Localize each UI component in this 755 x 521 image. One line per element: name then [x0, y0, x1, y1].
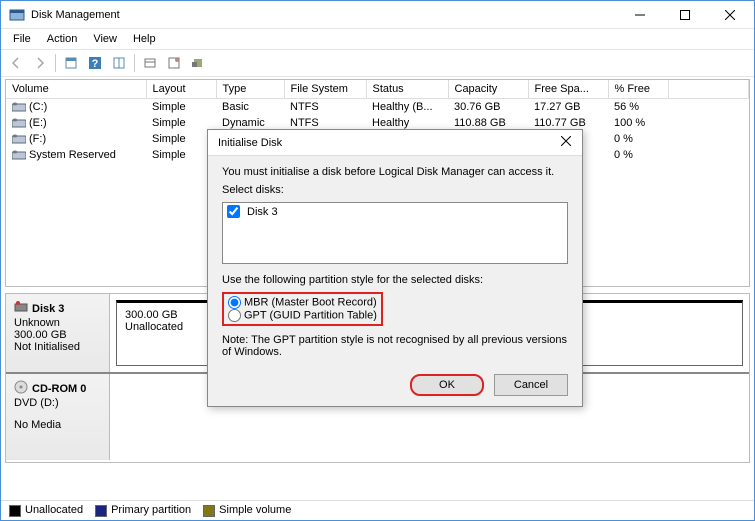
- col-fs[interactable]: File System: [284, 80, 366, 99]
- gpt-option[interactable]: GPT (GUID Partition Table): [228, 309, 377, 322]
- window-titlebar: Disk Management: [1, 1, 754, 29]
- volume-icon: [12, 118, 26, 128]
- disk-header: CD-ROM 0 DVD (D:) No Media: [6, 374, 110, 460]
- close-icon[interactable]: [556, 136, 576, 149]
- toolbar-btn-1[interactable]: [60, 52, 82, 74]
- col-pctfree[interactable]: % Free: [608, 80, 668, 99]
- disk-header: Disk 3 Unknown 300.00 GB Not Initialised: [6, 294, 110, 372]
- mbr-option[interactable]: MBR (Master Boot Record): [228, 296, 377, 309]
- col-type[interactable]: Type: [216, 80, 284, 99]
- dialog-title: Initialise Disk: [218, 137, 556, 149]
- disk-size: 300.00 GB: [14, 329, 101, 341]
- col-volume[interactable]: Volume: [6, 80, 146, 99]
- partition-style-group: MBR (Master Boot Record) GPT (GUID Parti…: [222, 292, 383, 326]
- partition-style-label: Use the following partition style for th…: [222, 274, 568, 286]
- toolbar-btn-5[interactable]: [163, 52, 185, 74]
- disk-status: Unknown: [14, 317, 101, 329]
- disk-title: Disk 3: [32, 303, 64, 315]
- window-title: Disk Management: [31, 9, 617, 21]
- svg-text:?: ?: [92, 58, 99, 70]
- col-status[interactable]: Status: [366, 80, 448, 99]
- toolbar-separator: [134, 54, 135, 72]
- help-button[interactable]: ?: [84, 52, 106, 74]
- cancel-button[interactable]: Cancel: [494, 374, 568, 396]
- toolbar-btn-3[interactable]: [108, 52, 130, 74]
- menu-bar: File Action View Help: [1, 29, 754, 49]
- close-button[interactable]: [707, 1, 752, 28]
- table-header-row: Volume Layout Type File System Status Ca…: [6, 80, 749, 99]
- initialize-disk-dialog: Initialise Disk You must initialise a di…: [207, 129, 583, 407]
- disk-icon: [14, 300, 28, 317]
- col-extra[interactable]: [668, 80, 749, 99]
- back-button[interactable]: [5, 52, 27, 74]
- col-capacity[interactable]: Capacity: [448, 80, 528, 99]
- app-icon: [9, 7, 25, 23]
- maximize-button[interactable]: [662, 1, 707, 28]
- table-row[interactable]: (C:)SimpleBasicNTFSHealthy (B...30.76 GB…: [6, 99, 749, 116]
- disk-select-list[interactable]: Disk 3: [222, 202, 568, 264]
- toolbar: ?: [1, 49, 754, 77]
- volume-icon: [12, 134, 26, 144]
- disk-sub: DVD (D:): [14, 397, 101, 409]
- cdrom-icon: [14, 380, 28, 397]
- col-layout[interactable]: Layout: [146, 80, 216, 99]
- dialog-titlebar[interactable]: Initialise Disk: [208, 130, 582, 156]
- ok-button[interactable]: OK: [410, 374, 484, 396]
- select-disks-label: Select disks:: [222, 184, 568, 196]
- col-free[interactable]: Free Spa...: [528, 80, 608, 99]
- gpt-radio[interactable]: [228, 309, 241, 322]
- forward-button[interactable]: [29, 52, 51, 74]
- dialog-message: You must initialise a disk before Logica…: [222, 166, 568, 178]
- disk-media: No Media: [14, 419, 101, 431]
- legend-simple: Simple volume: [203, 504, 291, 516]
- legend-bar: Unallocated Primary partition Simple vol…: [1, 500, 754, 520]
- menu-action[interactable]: Action: [39, 31, 86, 47]
- volume-icon: [12, 102, 26, 112]
- disk3-checkbox[interactable]: [227, 205, 240, 218]
- toolbar-btn-6[interactable]: [187, 52, 209, 74]
- volume-icon: [12, 150, 26, 160]
- gpt-note: Note: The GPT partition style is not rec…: [222, 334, 568, 358]
- toolbar-btn-4[interactable]: [139, 52, 161, 74]
- legend-primary: Primary partition: [95, 504, 191, 516]
- minimize-button[interactable]: [617, 1, 662, 28]
- menu-file[interactable]: File: [5, 31, 39, 47]
- disk-checkbox-item[interactable]: Disk 3: [227, 205, 563, 218]
- legend-unallocated: Unallocated: [9, 504, 83, 516]
- disk-title: CD-ROM 0: [32, 383, 86, 395]
- disk-init: Not Initialised: [14, 341, 101, 353]
- mbr-radio[interactable]: [228, 296, 241, 309]
- toolbar-separator: [55, 54, 56, 72]
- menu-help[interactable]: Help: [125, 31, 164, 47]
- menu-view[interactable]: View: [85, 31, 125, 47]
